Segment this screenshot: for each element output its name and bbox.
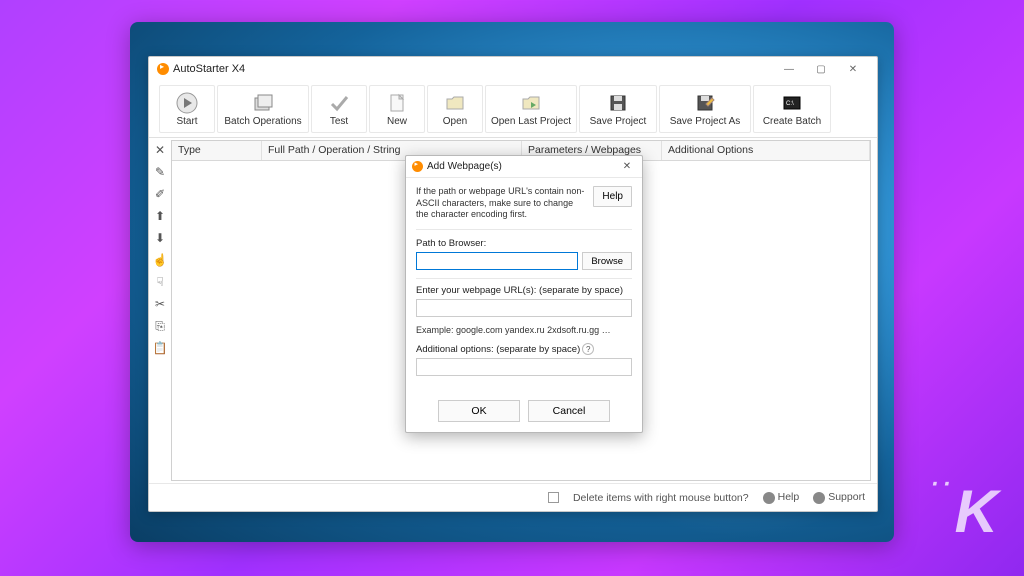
dialog-close-button[interactable]: ✕	[618, 159, 636, 175]
browse-button[interactable]: Browse	[582, 252, 632, 270]
watermark: K	[955, 477, 994, 546]
test-button[interactable]: Test	[311, 85, 367, 133]
browser-path-input[interactable]	[416, 252, 578, 270]
copy-icon[interactable]: ⎘	[152, 318, 168, 334]
help-link[interactable]: Help	[763, 491, 800, 503]
col-type[interactable]: Type	[172, 141, 262, 160]
new-icon	[386, 92, 408, 114]
delete-hint: Delete items with right mouse button?	[573, 492, 749, 504]
additional-options-input[interactable]	[416, 358, 632, 376]
save-as-icon	[694, 92, 716, 114]
url-label: Enter your webpage URL(s): (separate by …	[416, 285, 632, 296]
help-button[interactable]: Help	[593, 186, 632, 207]
new-button[interactable]: New	[369, 85, 425, 133]
hand-down-icon[interactable]: ☟	[152, 274, 168, 290]
col-additional[interactable]: Additional Options	[662, 141, 870, 160]
check-icon	[328, 92, 350, 114]
path-label: Path to Browser:	[416, 238, 632, 249]
help-icon	[763, 492, 775, 504]
dialog-icon	[412, 161, 423, 172]
open-last-button[interactable]: Open Last Project	[485, 85, 577, 133]
statusbar: Delete items with right mouse button? He…	[149, 483, 877, 511]
up-arrow-icon[interactable]: ⬆	[152, 208, 168, 224]
delete-checkbox[interactable]	[548, 492, 559, 503]
side-toolbar: ✕ ✎ ✐ ⬆ ⬇ ☝ ☟ ✂ ⎘ 📋	[149, 138, 171, 483]
batch-operations-button[interactable]: Batch Operations	[217, 85, 309, 133]
pen-icon[interactable]: ✎	[152, 164, 168, 180]
create-batch-button[interactable]: C:\ Create Batch	[753, 85, 831, 133]
app-icon	[157, 63, 169, 75]
down-arrow-icon[interactable]: ⬇	[152, 230, 168, 246]
close-x-icon[interactable]: ✕	[152, 142, 168, 158]
play-icon	[176, 92, 198, 114]
support-link[interactable]: Support	[813, 491, 865, 503]
maximize-button[interactable]: ▢	[805, 59, 837, 79]
save-as-button[interactable]: Save Project As	[659, 85, 751, 133]
folder-arrow-icon	[520, 92, 542, 114]
encoding-hint: If the path or webpage URL's contain non…	[416, 186, 587, 221]
dialog-titlebar: Add Webpage(s) ✕	[406, 156, 642, 178]
app-title: AutoStarter X4	[173, 63, 245, 75]
start-button[interactable]: Start	[159, 85, 215, 133]
terminal-icon: C:\	[781, 92, 803, 114]
paste-icon[interactable]: 📋	[152, 340, 168, 356]
save-icon	[607, 92, 629, 114]
brush-icon[interactable]: ✐	[152, 186, 168, 202]
support-icon	[813, 492, 825, 504]
toolbar: Start Batch Operations Test New Open Ope…	[149, 81, 877, 138]
help-qmark-icon[interactable]: ?	[582, 343, 594, 355]
dialog-title: Add Webpage(s)	[427, 161, 502, 172]
ok-button[interactable]: OK	[438, 400, 520, 422]
batch-icon	[252, 92, 274, 114]
url-example: Example: google.com yandex.ru 2xdsoft.ru…	[416, 325, 632, 335]
titlebar: AutoStarter X4 — ▢ ✕	[149, 57, 877, 81]
folder-icon	[444, 92, 466, 114]
url-input[interactable]	[416, 299, 632, 317]
addopt-label: Additional options: (separate by space)?	[416, 343, 632, 355]
svg-text:C:\: C:\	[786, 101, 794, 107]
close-button[interactable]: ✕	[837, 59, 869, 79]
open-button[interactable]: Open	[427, 85, 483, 133]
hand-up-icon[interactable]: ☝	[152, 252, 168, 268]
minimize-button[interactable]: —	[773, 59, 805, 79]
save-button[interactable]: Save Project	[579, 85, 657, 133]
add-webpage-dialog: Add Webpage(s) ✕ If the path or webpage …	[405, 155, 643, 433]
cut-icon[interactable]: ✂	[152, 296, 168, 312]
cancel-button[interactable]: Cancel	[528, 400, 610, 422]
